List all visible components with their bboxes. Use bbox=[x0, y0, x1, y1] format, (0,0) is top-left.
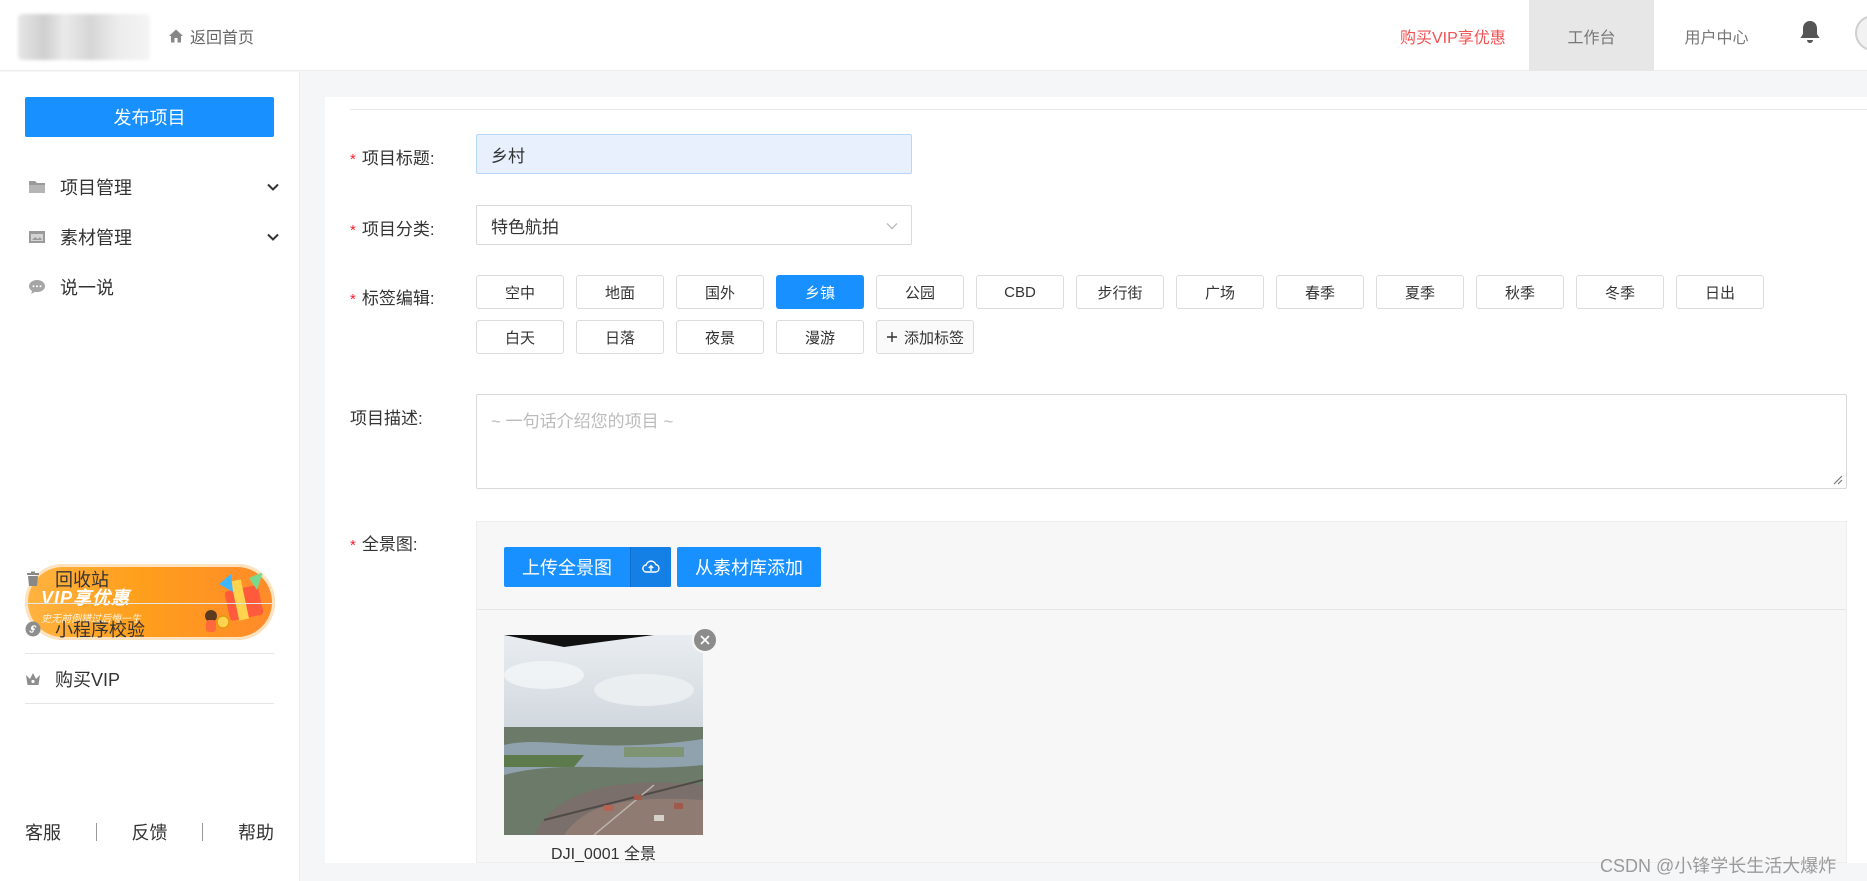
tag-button[interactable]: 冬季 bbox=[1576, 275, 1664, 309]
chevron-down-icon bbox=[267, 233, 279, 241]
tag-button[interactable]: 夏季 bbox=[1376, 275, 1464, 309]
vip-crown-icon bbox=[25, 671, 41, 687]
panorama-caption: DJI_0001 全景 bbox=[551, 846, 656, 863]
project-category-select[interactable]: 特色航拍 bbox=[476, 205, 912, 245]
required-mark: * bbox=[350, 151, 356, 168]
tag-button[interactable]: 国外 bbox=[676, 275, 764, 309]
sidebar-item-label: 项目管理 bbox=[60, 178, 132, 198]
project-title-label: * 项目标题: bbox=[350, 149, 435, 168]
feedback-link[interactable]: 反馈 bbox=[132, 819, 168, 845]
tag-button[interactable]: 日出 bbox=[1676, 275, 1764, 309]
sidebar-item-project-management[interactable]: 项目管理 bbox=[28, 172, 280, 202]
sidebar: 发布项目 项目管理 素材管理 说一说 VIP享优惠 史无前例错过后悔一生 回收站… bbox=[0, 72, 300, 881]
home-icon bbox=[169, 29, 183, 43]
panorama-thumbnail[interactable] bbox=[504, 635, 703, 835]
bell-icon[interactable] bbox=[1798, 19, 1822, 45]
home-link[interactable]: 返回首页 bbox=[168, 24, 254, 48]
tag-button[interactable]: 漫游 bbox=[776, 320, 864, 354]
project-form-panel: * 项目标题: 乡村 * 项目分类: 特色航拍 * 标签编辑: 空中 地面 国外 乡镇… bbox=[325, 97, 1867, 863]
divider bbox=[202, 823, 204, 841]
close-icon bbox=[700, 635, 710, 645]
plus-icon bbox=[886, 332, 897, 342]
folder-icon bbox=[28, 178, 46, 196]
trash-icon bbox=[25, 571, 41, 587]
description-label: 项目描述: bbox=[350, 409, 423, 428]
tag-button[interactable]: 春季 bbox=[1276, 275, 1364, 309]
media-folder-icon bbox=[28, 228, 46, 246]
sidebar-item-label: 回收站 bbox=[55, 569, 109, 590]
sidebar-item-material-management[interactable]: 素材管理 bbox=[28, 222, 280, 252]
project-category-label: * 项目分类: bbox=[350, 220, 435, 239]
sidebar-item-label: 素材管理 bbox=[60, 228, 132, 248]
description-placeholder: ~ 一句话介绍您的项目 ~ bbox=[491, 412, 674, 431]
tag-button[interactable]: 秋季 bbox=[1476, 275, 1564, 309]
required-mark: * bbox=[350, 222, 356, 239]
tag-button[interactable]: 日落 bbox=[576, 320, 664, 354]
home-link-label: 返回首页 bbox=[190, 30, 255, 47]
publish-project-button[interactable]: 发布项目 bbox=[25, 97, 274, 137]
tag-button[interactable]: 白天 bbox=[476, 320, 564, 354]
divider bbox=[95, 823, 97, 841]
required-mark: * bbox=[350, 291, 356, 308]
required-mark: * bbox=[350, 537, 356, 554]
project-title-input[interactable]: 乡村 bbox=[476, 134, 912, 174]
sidebar-item-label: 说一说 bbox=[60, 278, 114, 298]
sidebar-footer-links: 客服 反馈 帮助 bbox=[25, 817, 274, 847]
description-textarea[interactable]: ~ 一句话介绍您的项目 ~ bbox=[476, 394, 1847, 489]
panorama-label: * 全景图: bbox=[350, 535, 418, 554]
avatar[interactable] bbox=[1855, 15, 1867, 51]
upload-panorama-label: 上传全景图 bbox=[504, 547, 631, 587]
watermark-text: CSDN @小锋学长生活大爆炸 bbox=[1600, 856, 1837, 876]
remove-image-button[interactable] bbox=[692, 627, 718, 653]
tag-button-selected[interactable]: 乡镇 bbox=[776, 275, 864, 309]
customer-service-link[interactable]: 客服 bbox=[25, 819, 61, 845]
category-selected-value: 特色航拍 bbox=[491, 217, 559, 237]
sidebar-item-label: 购买VIP bbox=[55, 669, 121, 690]
chat-bubble-icon bbox=[28, 278, 46, 296]
tag-button[interactable]: 公园 bbox=[876, 275, 964, 309]
chevron-down-icon bbox=[267, 183, 279, 191]
sidebar-item-miniprogram-check[interactable]: 小程序校验 bbox=[25, 604, 274, 654]
tag-button[interactable]: 广场 bbox=[1176, 275, 1264, 309]
aerial-village-image bbox=[504, 635, 703, 835]
nav-user-center[interactable]: 用户中心 bbox=[1654, 0, 1779, 71]
tag-button[interactable]: CBD bbox=[976, 275, 1064, 309]
cloud-upload-icon[interactable] bbox=[631, 547, 671, 587]
help-link[interactable]: 帮助 bbox=[238, 819, 274, 845]
add-tag-button[interactable]: 添加标签 bbox=[876, 320, 974, 354]
top-header: 返回首页 购买VIP享优惠 工作台 用户中心 bbox=[0, 0, 1867, 71]
tags-label: * 标签编辑: bbox=[350, 289, 435, 308]
tag-button[interactable]: 空中 bbox=[476, 275, 564, 309]
add-tag-label: 添加标签 bbox=[903, 329, 964, 347]
tag-button[interactable]: 步行街 bbox=[1076, 275, 1164, 309]
sidebar-item-label: 小程序校验 bbox=[55, 619, 145, 640]
sidebar-item-recycle-bin[interactable]: 回收站 bbox=[25, 554, 274, 604]
divider bbox=[477, 609, 1846, 610]
nav-workbench[interactable]: 工作台 bbox=[1529, 0, 1654, 71]
resize-handle-icon[interactable] bbox=[1833, 475, 1843, 485]
chevron-down-icon bbox=[886, 223, 898, 230]
upload-panorama-button[interactable]: 上传全景图 bbox=[504, 547, 671, 587]
miniprogram-icon bbox=[25, 621, 41, 637]
divider bbox=[350, 109, 1867, 110]
buy-vip-promo-link[interactable]: 购买VIP享优惠 bbox=[1400, 24, 1506, 48]
tag-button[interactable]: 地面 bbox=[576, 275, 664, 309]
panorama-upload-area: 上传全景图 从素材库添加 DJI_0001 全景 bbox=[476, 521, 1847, 863]
site-logo[interactable] bbox=[18, 14, 150, 60]
add-from-library-button[interactable]: 从素材库添加 bbox=[677, 547, 821, 587]
tag-button[interactable]: 夜景 bbox=[676, 320, 764, 354]
sidebar-item-buy-vip[interactable]: 购买VIP bbox=[25, 654, 274, 704]
sidebar-item-say-something[interactable]: 说一说 bbox=[28, 272, 280, 302]
